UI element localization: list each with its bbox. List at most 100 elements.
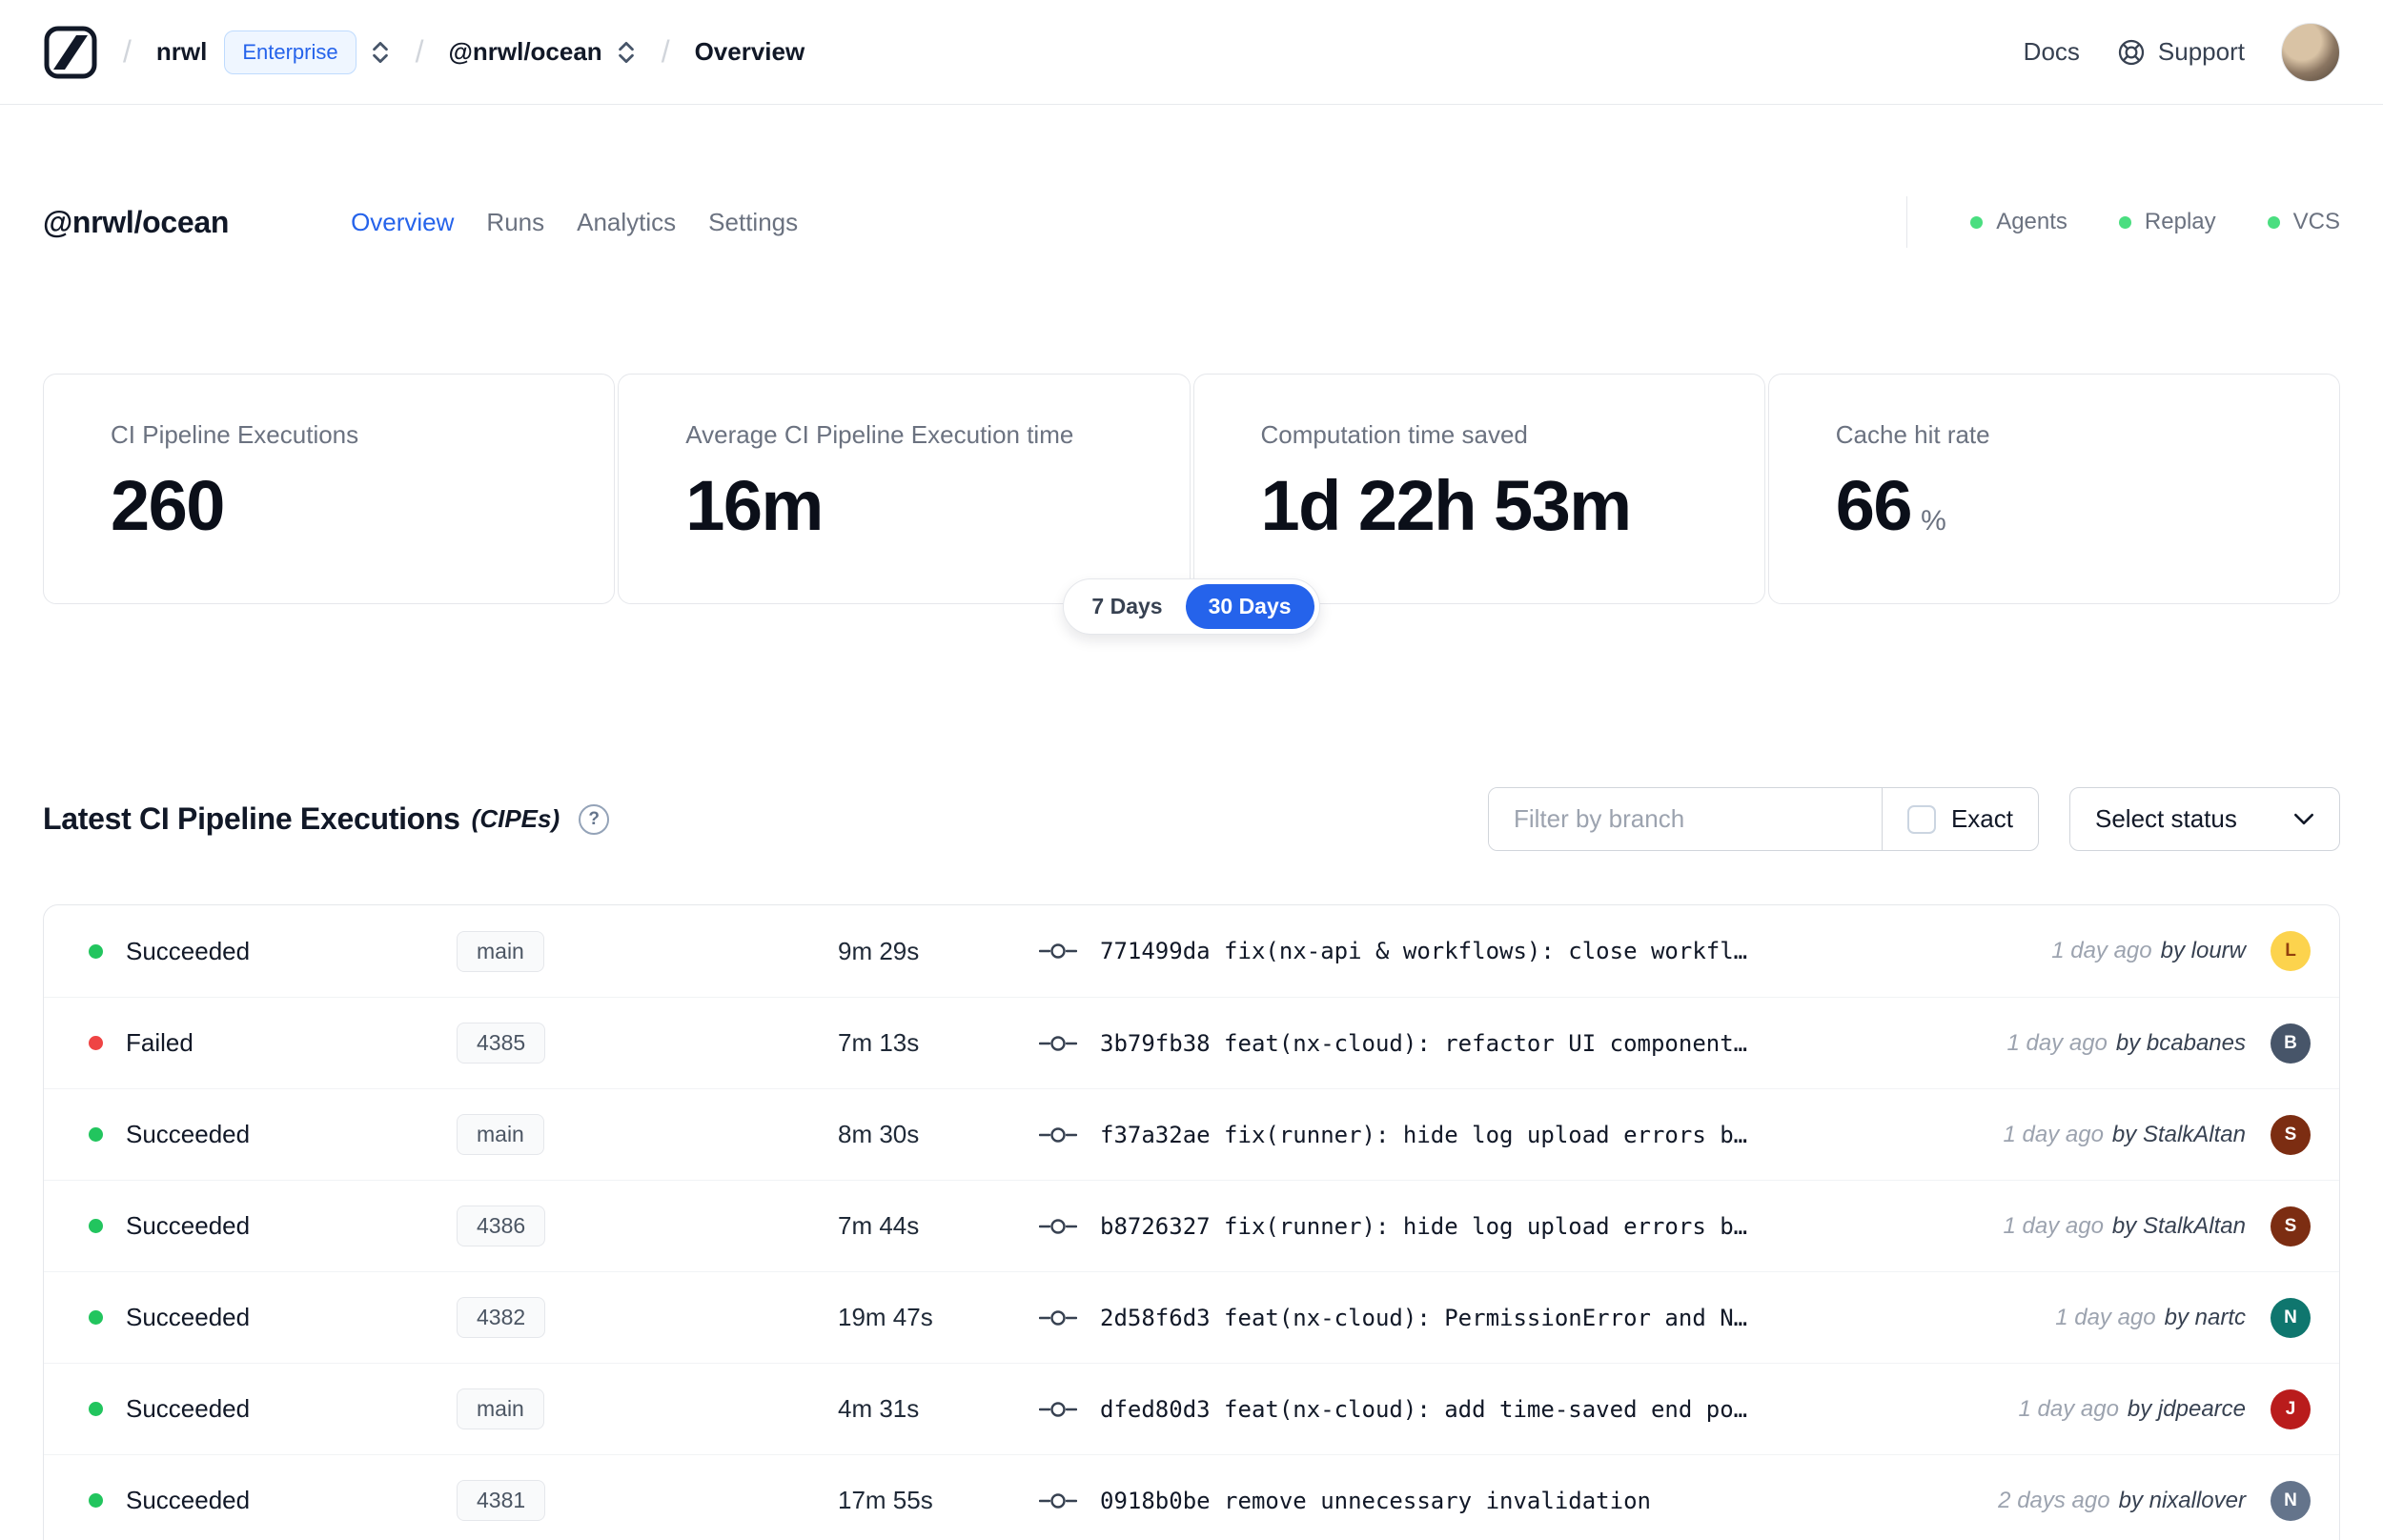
- duration-label: 4m 31s: [838, 1394, 920, 1423]
- time-ago-label: 1 day ago: [2051, 938, 2152, 963]
- table-row[interactable]: Succeeded 4386 7m 44s b8726327 fix(runne…: [44, 1180, 2339, 1271]
- time-ago-label: 1 day ago: [2003, 1212, 2104, 1239]
- vertical-divider: [1906, 196, 1908, 248]
- branch-cell: 4385: [457, 1023, 838, 1064]
- table-row[interactable]: Failed 4385 7m 13s 3b79fb38 feat(nx-clou…: [44, 997, 2339, 1088]
- status-select-label: Select status: [2095, 804, 2237, 833]
- meta-cell: 2 days ago by nixallover: [1998, 1488, 2246, 1514]
- help-icon[interactable]: ?: [579, 803, 610, 835]
- branch-badge[interactable]: main: [457, 1388, 544, 1429]
- branch-cell: 4381: [457, 1480, 838, 1521]
- branch-badge[interactable]: main: [457, 930, 544, 972]
- stat-card-time-saved: Computation time saved 1d 22h 53m: [1192, 374, 1765, 604]
- git-commit-icon: [1039, 943, 1077, 959]
- duration-label: 17m 55s: [838, 1486, 933, 1514]
- avatar-initial: N: [2284, 1489, 2297, 1510]
- status-cell: Succeeded: [89, 1211, 457, 1241]
- green-dot-icon: [2118, 215, 2131, 229]
- status-cell: Succeeded: [89, 1394, 457, 1424]
- integrations-area: Agents Replay VCS: [1906, 196, 2340, 248]
- section-title-note: (CIPEs): [471, 804, 560, 833]
- commit-cell: f37a32ae fix(runner): hide log upload er…: [1039, 1122, 1981, 1148]
- branch-badge[interactable]: main: [457, 1114, 544, 1155]
- tab-overview[interactable]: Overview: [351, 208, 454, 237]
- tab-settings[interactable]: Settings: [708, 208, 798, 237]
- status-cell: Succeeded: [89, 1120, 457, 1149]
- duration-label: 7m 44s: [838, 1211, 920, 1240]
- branch-badge[interactable]: 4386: [457, 1206, 546, 1246]
- time-ago-label: 1 day ago: [2018, 1395, 2119, 1422]
- workspace-tabs: Overview Runs Analytics Settings: [351, 208, 798, 237]
- duration-label: 19m 47s: [838, 1303, 933, 1331]
- commit-message: 0918b0be remove unnecessary invalidation: [1100, 1487, 1651, 1514]
- exact-checkbox[interactable]: [1906, 804, 1936, 834]
- integration-replay[interactable]: Replay: [2118, 209, 2216, 235]
- author-label: by bcabanes: [2115, 1029, 2246, 1056]
- status-dot-icon: [89, 1127, 103, 1142]
- status-label: Failed: [126, 1028, 193, 1057]
- author-avatar: J: [2271, 1388, 2311, 1429]
- author-avatar: L: [2271, 931, 2311, 971]
- nx-cloud-logo-icon[interactable]: [43, 25, 98, 80]
- git-commit-icon: [1039, 1492, 1077, 1509]
- author-label: by jdpearce: [2127, 1395, 2246, 1422]
- table-row[interactable]: Succeeded main 9m 29s 771499da fix(nx-ap…: [44, 905, 2339, 997]
- chevron-down-icon: [2294, 813, 2313, 825]
- status-label: Succeeded: [126, 1394, 251, 1423]
- breadcrumb-workspace[interactable]: @nrwl/ocean: [449, 37, 602, 67]
- table-row[interactable]: Succeeded 4382 19m 47s 2d58f6d3 feat(nx-…: [44, 1271, 2339, 1363]
- range-option-30-days[interactable]: 30 Days: [1185, 584, 1314, 629]
- range-option-7-days[interactable]: 7 Days: [1069, 584, 1185, 629]
- author-label: by nartc: [2164, 1304, 2246, 1330]
- exact-match-segment: Exact: [1881, 788, 2038, 850]
- branch-badge[interactable]: 4382: [457, 1297, 546, 1338]
- table-row[interactable]: Succeeded main 8m 30s f37a32ae fix(runne…: [44, 1088, 2339, 1180]
- status-cell: Succeeded: [89, 1303, 457, 1332]
- commit-message: f37a32ae fix(runner): hide log upload er…: [1100, 1121, 1748, 1148]
- status-label: Succeeded: [126, 1303, 251, 1331]
- user-avatar[interactable]: [2281, 22, 2340, 82]
- stat-value: 16m: [685, 466, 824, 545]
- integration-label: Agents: [1996, 209, 2067, 234]
- tab-analytics[interactable]: Analytics: [577, 208, 676, 237]
- branch-cell: main: [457, 1114, 838, 1155]
- table-row[interactable]: Succeeded main 4m 31s dfed80d3 feat(nx-c…: [44, 1363, 2339, 1454]
- stat-value: 1d 22h 53m: [1260, 466, 1633, 545]
- status-cell: Succeeded: [89, 937, 457, 966]
- cipe-table: Succeeded main 9m 29s 771499da fix(nx-ap…: [43, 904, 2340, 1540]
- org-selector-chevrons-icon[interactable]: [370, 38, 391, 67]
- status-dot-icon: [89, 1310, 103, 1325]
- breadcrumb-separator: /: [415, 34, 424, 69]
- git-commit-icon: [1039, 1309, 1077, 1326]
- avatar-initial: J: [2285, 1398, 2296, 1419]
- status-select-dropdown[interactable]: Select status: [2069, 787, 2340, 851]
- tab-runs[interactable]: Runs: [486, 208, 544, 237]
- meta-cell: 1 day ago by StalkAltan: [2004, 1213, 2247, 1240]
- integration-agents[interactable]: Agents: [1970, 209, 2067, 235]
- stat-suffix: %: [1921, 505, 1946, 537]
- avatar-initial: S: [2284, 1124, 2297, 1145]
- git-commit-icon: [1039, 1126, 1077, 1143]
- docs-link[interactable]: Docs: [2024, 37, 2080, 67]
- stat-value: 260: [111, 466, 225, 545]
- support-link[interactable]: Support: [2116, 37, 2245, 68]
- branch-cell: 4382: [457, 1297, 838, 1338]
- date-range-toggle: 7 Days 30 Days: [1063, 578, 1320, 635]
- integration-label: VCS: [2292, 209, 2340, 234]
- branch-badge[interactable]: 4381: [457, 1480, 546, 1521]
- author-avatar: S: [2271, 1206, 2311, 1246]
- branch-filter-input[interactable]: [1488, 788, 1882, 850]
- avatar-initial: B: [2284, 1032, 2297, 1053]
- breadcrumb-org[interactable]: nrwl: [156, 37, 207, 67]
- table-row[interactable]: Succeeded 4381 17m 55s 0918b0be remove u…: [44, 1454, 2339, 1540]
- branch-filter-group: Exact: [1487, 787, 2039, 851]
- branch-cell: 4386: [457, 1206, 838, 1246]
- green-dot-icon: [1970, 215, 1984, 229]
- integration-vcs[interactable]: VCS: [2267, 209, 2340, 235]
- status-dot-icon: [89, 943, 103, 959]
- commit-message: 3b79fb38 feat(nx-cloud): refactor UI com…: [1100, 1029, 1748, 1057]
- duration-label: 7m 13s: [838, 1028, 920, 1057]
- branch-badge[interactable]: 4385: [457, 1023, 546, 1064]
- workspace-selector-chevrons-icon[interactable]: [616, 38, 637, 67]
- time-ago-label: 2 days ago: [1998, 1487, 2110, 1513]
